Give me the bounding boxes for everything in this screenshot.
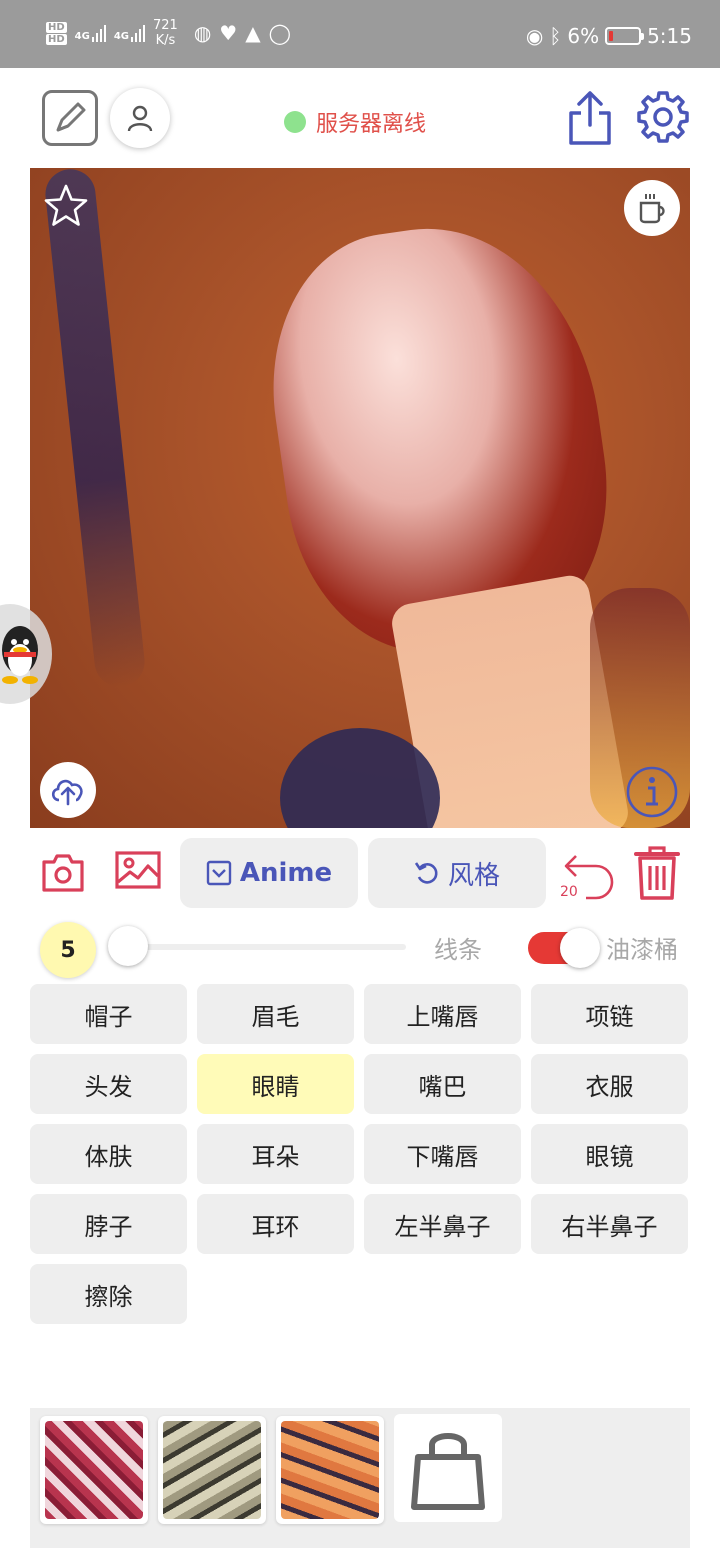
part-button[interactable]: 帽子 xyxy=(30,984,187,1044)
settings-button[interactable] xyxy=(634,88,692,146)
checkbox-icon xyxy=(206,860,232,886)
coffee-cup-icon xyxy=(639,194,665,224)
network-speed: 721 K/s xyxy=(153,18,178,48)
hd-label-1: HD xyxy=(46,21,67,33)
cloud-upload-icon xyxy=(51,779,83,806)
server-status-text: 服务器离线 xyxy=(316,112,427,137)
star-icon xyxy=(44,184,88,226)
anime-mode-button[interactable]: Anime xyxy=(180,838,358,908)
shopping-bag-icon xyxy=(411,1433,485,1510)
heart-icon: ♥ xyxy=(219,21,238,45)
style-swatch-1[interactable] xyxy=(40,1416,148,1524)
slider-handle[interactable] xyxy=(108,926,148,966)
erase-button[interactable]: 擦除 xyxy=(30,1264,187,1324)
bluetooth-icon: ᛒ xyxy=(549,24,562,48)
share-button[interactable] xyxy=(560,86,620,150)
undo-count: 20 xyxy=(560,884,578,900)
network-type-2: 4G xyxy=(113,31,130,42)
battery-icon xyxy=(605,27,645,45)
user-icon xyxy=(127,105,153,132)
eye-icon: ◉ xyxy=(525,24,544,48)
status-bar: HD HD 4G 4G 721 K/s ◍ ♥ ▲ ◯ ◉ ᛒ 6% 5:15 xyxy=(0,0,720,68)
network-speed-value: 721 xyxy=(153,18,178,33)
delete-button[interactable] xyxy=(632,844,686,904)
edit-button[interactable] xyxy=(42,90,98,146)
paint-bucket-toggle[interactable] xyxy=(528,928,600,968)
part-button[interactable]: 眉毛 xyxy=(197,984,354,1044)
signal-1-icon: 4G xyxy=(75,24,106,42)
top-toolbar: 服务器离线 xyxy=(0,68,720,168)
style-swatch-3[interactable] xyxy=(276,1416,384,1524)
part-button[interactable]: 头发 xyxy=(30,1054,187,1114)
network-type-1: 4G xyxy=(74,31,90,42)
camera-icon xyxy=(42,854,84,892)
trash-icon xyxy=(634,846,680,900)
image-icon xyxy=(115,851,161,889)
loading-icon: ◯ xyxy=(268,21,292,45)
upload-button[interactable] xyxy=(40,762,96,818)
style-swatch-2[interactable] xyxy=(158,1416,266,1524)
part-button[interactable]: 眼镜 xyxy=(531,1124,688,1184)
part-button[interactable]: 体肤 xyxy=(30,1124,187,1184)
part-button[interactable]: 上嘴唇 xyxy=(364,984,521,1044)
line-mode-label: 线条 xyxy=(434,936,482,964)
status-dot xyxy=(284,111,306,133)
part-grid: 帽子 眉毛 上嘴唇 项链 头发 眼睛 嘴巴 衣服 体肤 耳朵 下嘴唇 眼镜 脖子… xyxy=(30,984,690,1324)
style-button[interactable]: 风格 xyxy=(368,838,546,908)
camera-button[interactable] xyxy=(40,850,88,898)
pencil-icon xyxy=(56,102,86,132)
part-button[interactable]: 耳环 xyxy=(197,1194,354,1254)
part-button[interactable]: 右半鼻子 xyxy=(531,1194,688,1254)
part-button[interactable]: 项链 xyxy=(531,984,688,1044)
server-status: 服务器离线 xyxy=(284,106,426,138)
bell-icon: ▲ xyxy=(245,21,261,45)
refresh-icon xyxy=(414,862,438,884)
tool-row: Anime 风格 20 xyxy=(0,838,720,910)
part-button[interactable]: 衣服 xyxy=(531,1054,688,1114)
coffee-button[interactable] xyxy=(624,180,680,236)
drawing-canvas[interactable] xyxy=(30,168,690,828)
profile-button[interactable] xyxy=(110,88,170,148)
toggle-thumb xyxy=(560,928,600,968)
part-button[interactable]: 脖子 xyxy=(30,1194,187,1254)
network-speed-unit: K/s xyxy=(155,33,176,48)
brush-size-slider[interactable] xyxy=(128,944,406,950)
canvas-artwork xyxy=(42,168,148,690)
part-button-selected[interactable]: 眼睛 xyxy=(197,1054,354,1114)
signal-2-icon: 4G xyxy=(113,24,146,42)
info-button[interactable] xyxy=(624,764,680,820)
penguin-icon xyxy=(2,626,38,684)
style-palette xyxy=(30,1408,690,1548)
part-button[interactable]: 下嘴唇 xyxy=(364,1124,521,1184)
paint-bucket-label: 油漆桶 xyxy=(606,936,678,964)
undo-button[interactable]: 20 xyxy=(558,846,616,904)
globe-icon: ◍ xyxy=(193,21,212,45)
part-button[interactable]: 左半鼻子 xyxy=(364,1194,521,1254)
favorite-button[interactable] xyxy=(42,182,90,230)
anime-mode-label: Anime xyxy=(239,858,333,888)
share-icon xyxy=(569,91,611,145)
gear-icon xyxy=(637,91,689,143)
hd-label-2: HD xyxy=(46,33,67,45)
info-icon xyxy=(626,766,678,818)
battery-percent: 6% xyxy=(567,24,600,48)
part-button[interactable]: 耳朵 xyxy=(197,1124,354,1184)
brush-controls: 5 线条 油漆桶 xyxy=(0,918,720,978)
style-label: 风格 xyxy=(447,860,500,891)
brush-size-badge: 5 xyxy=(40,922,96,978)
clock: 5:15 xyxy=(647,24,692,48)
part-button[interactable]: 嘴巴 xyxy=(364,1054,521,1114)
style-store-button[interactable] xyxy=(394,1414,502,1522)
gallery-button[interactable] xyxy=(114,850,164,898)
hd-indicator: HD HD xyxy=(46,21,67,46)
